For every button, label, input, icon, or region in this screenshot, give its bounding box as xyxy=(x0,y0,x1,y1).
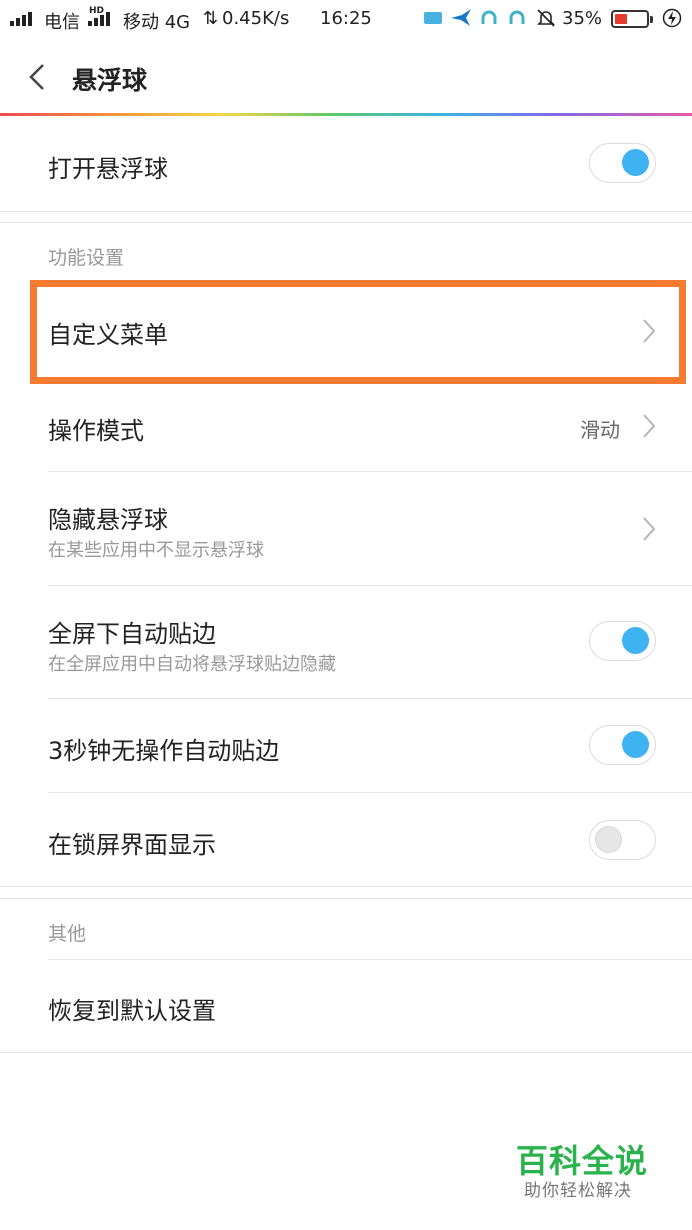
setting-hide-floating-ball[interactable]: 隐藏悬浮球 在某些应用中不显示悬浮球 xyxy=(0,472,692,586)
setting-idle-auto-edge[interactable]: 3秒钟无操作自动贴边 xyxy=(0,699,692,793)
setting-title: 恢复到默认设置 xyxy=(48,997,216,1025)
setting-operation-mode[interactable]: 操作模式 滑动 xyxy=(0,384,692,472)
divider xyxy=(0,1052,692,1053)
setting-open-floating-ball[interactable]: 打开悬浮球 xyxy=(0,116,692,212)
signal-icon-2 xyxy=(88,12,110,26)
divider xyxy=(0,222,692,223)
data-arrows-icon: ⇅ xyxy=(203,8,219,29)
signal-icon xyxy=(10,12,32,26)
clock: 16:25 xyxy=(320,8,372,29)
setting-subtitle: 在某些应用中不显示悬浮球 xyxy=(48,540,264,561)
watermark-tagline: 助你轻松解决 xyxy=(524,1181,632,1201)
carrier-2: 移动 4G xyxy=(123,12,191,33)
setting-title: 全屏下自动贴边 xyxy=(48,620,216,648)
network-speed: 0.45K/s xyxy=(222,8,290,29)
setting-show-on-lockscreen[interactable]: 在锁屏界面显示 xyxy=(0,793,692,886)
section-label-other: 其他 xyxy=(48,923,87,945)
setting-title: 打开悬浮球 xyxy=(48,155,168,183)
setting-title: 在锁屏界面显示 xyxy=(48,831,216,859)
divider xyxy=(0,898,692,899)
bird-icon xyxy=(451,9,471,26)
app-header: 悬浮球 xyxy=(0,38,692,114)
setting-value: 滑动 xyxy=(580,418,620,442)
show-on-lockscreen-toggle[interactable] xyxy=(589,820,656,860)
idle-auto-edge-toggle[interactable] xyxy=(589,725,656,765)
setting-title: 3秒钟无操作自动贴边 xyxy=(48,737,280,765)
page-title: 悬浮球 xyxy=(72,66,148,95)
setting-fullscreen-auto-edge[interactable]: 全屏下自动贴边 在全屏应用中自动将悬浮球贴边隐藏 xyxy=(0,586,692,699)
status-bar: 电信 HD 移动 4G ⇅ 0.45K/s 16:25 35% xyxy=(0,0,692,38)
battery-icon xyxy=(611,10,653,28)
mute-bell-icon xyxy=(537,9,555,27)
setting-title: 操作模式 xyxy=(48,417,144,445)
fullscreen-auto-edge-toggle[interactable] xyxy=(589,621,656,661)
setting-subtitle: 在全屏应用中自动将悬浮球贴边隐藏 xyxy=(48,654,336,675)
arch-icon-2 xyxy=(509,10,525,24)
open-floating-ball-toggle[interactable] xyxy=(589,143,656,183)
arch-icon-1 xyxy=(481,10,497,24)
highlight-box xyxy=(30,280,686,384)
charging-icon xyxy=(662,8,682,28)
chevron-right-icon xyxy=(643,414,656,438)
app-notification-icon xyxy=(424,12,442,24)
battery-percent: 35% xyxy=(562,8,603,29)
setting-restore-defaults[interactable]: 恢复到默认设置 xyxy=(0,960,692,1053)
carrier-1: 电信 xyxy=(44,12,80,33)
chevron-right-icon xyxy=(643,517,656,541)
section-label-function: 功能设置 xyxy=(48,247,125,269)
back-arrow-icon[interactable] xyxy=(26,62,50,92)
divider xyxy=(0,211,692,212)
setting-title: 隐藏悬浮球 xyxy=(48,506,168,534)
divider xyxy=(0,886,692,887)
